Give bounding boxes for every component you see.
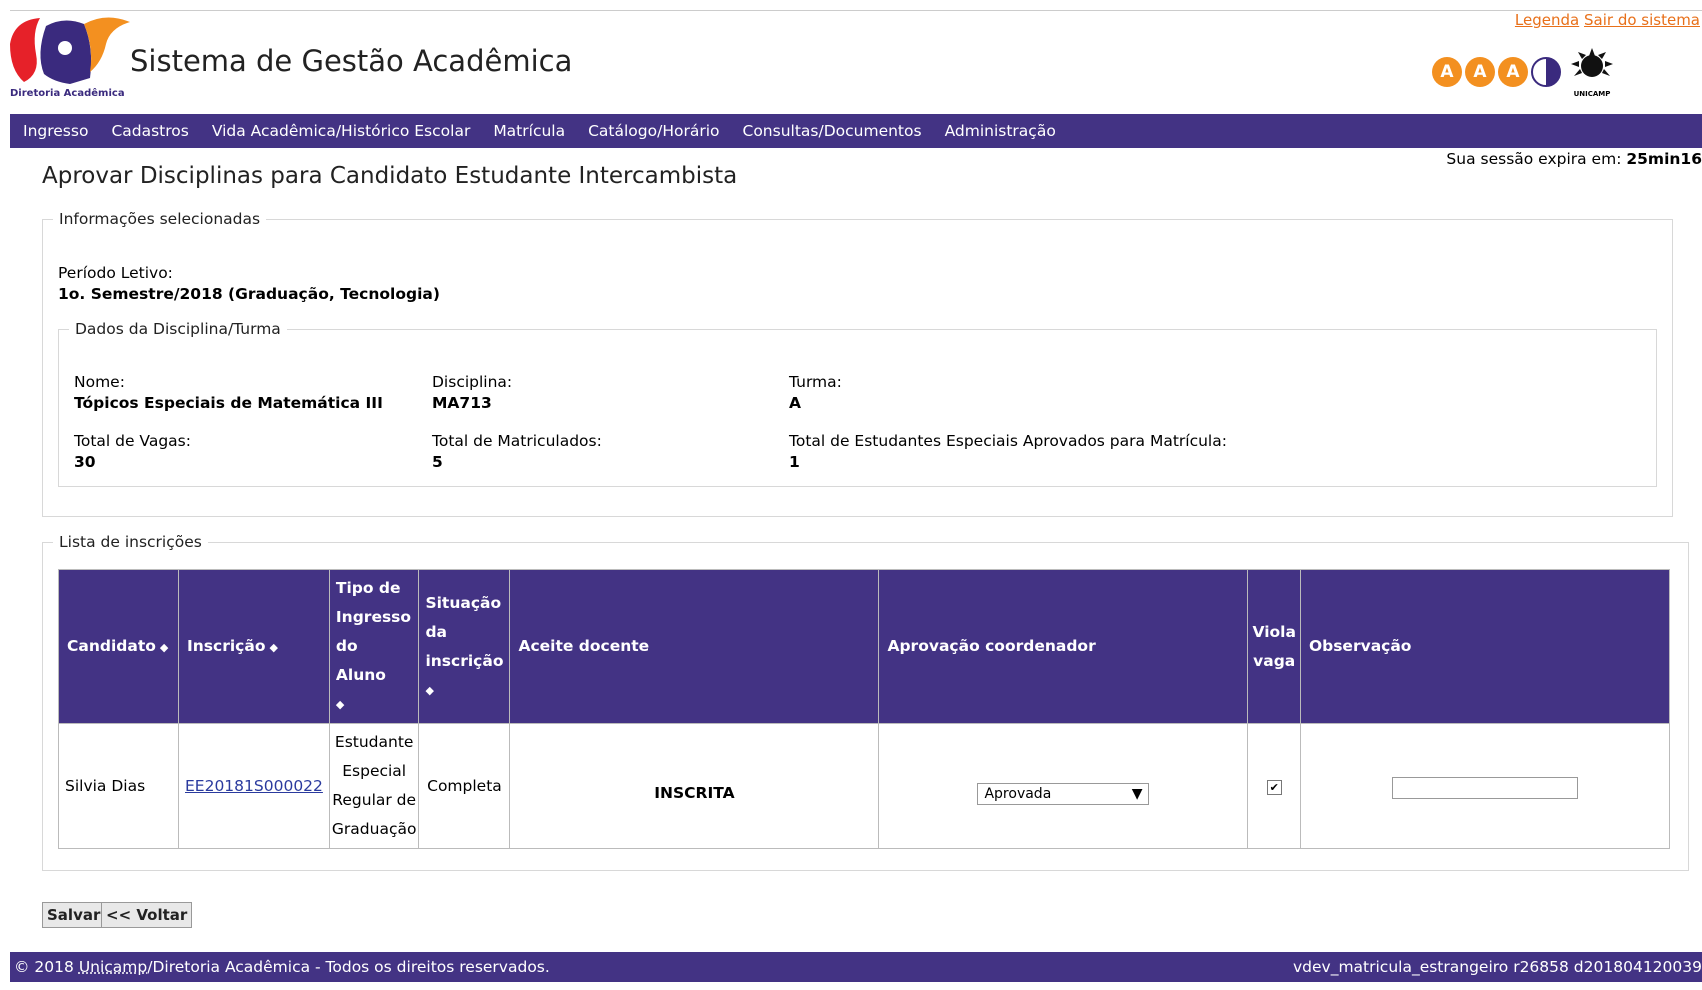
cell-aceite: INSCRITA	[509, 723, 880, 849]
legenda-link[interactable]: Legenda	[1515, 11, 1579, 29]
cell-tipo: Estudante Especial Regular de Graduação	[328, 723, 420, 849]
especiais-label: Total de Estudantes Especiais Aprovados …	[789, 432, 1227, 450]
dados-fieldset: Dados da Disciplina/Turma Nome: Tópicos …	[58, 320, 1657, 487]
cell-aprovacao: Aprovada ▼	[878, 723, 1249, 849]
th-inscricao-label: Inscrição	[187, 636, 266, 655]
th-situacao-line: da	[425, 622, 448, 641]
copyright-prefix: © 2018	[14, 958, 79, 976]
diretoria-logo: Diretoria Acadêmica	[10, 14, 130, 100]
inscricao-link[interactable]: EE20181S000022	[185, 777, 323, 795]
session-label: Sua sessão expira em:	[1446, 150, 1622, 168]
th-situacao-line: inscrição	[425, 651, 504, 670]
aprovacao-selected: Aprovada	[984, 785, 1052, 802]
diretoria-logo-icon	[10, 17, 130, 85]
footer-copyright: © 2018 Unicamp/Diretoria Acadêmica - Tod…	[14, 958, 550, 976]
nome-value: Tópicos Especiais de Matemática III	[74, 394, 383, 412]
main-nav: Ingresso Cadastros Vida Acadêmica/Histór…	[10, 114, 1702, 148]
nav-catalogo[interactable]: Catálogo/Horário	[588, 122, 719, 140]
sort-icon[interactable]: ◆	[336, 690, 413, 719]
periodo-label: Período Letivo:	[58, 264, 173, 282]
font-size-badge[interactable]: A	[1465, 57, 1495, 87]
unicamp-caption: UNICAMP	[1573, 90, 1611, 98]
nav-cadastros[interactable]: Cadastros	[111, 122, 188, 140]
aprovacao-select[interactable]: Aprovada ▼	[977, 782, 1150, 805]
salvar-button[interactable]: Salvar	[42, 902, 106, 928]
th-situacao[interactable]: Situação da inscrição ◆	[418, 569, 511, 724]
th-situacao-line: Situação	[425, 593, 502, 612]
th-tipo-line: Ingresso	[335, 608, 412, 626]
cell-situacao: Completa	[418, 723, 511, 849]
info-legend: Informações selecionadas	[59, 210, 261, 228]
font-size-badge[interactable]: A	[1498, 57, 1528, 87]
th-candidato[interactable]: Candidato ◆	[58, 569, 179, 724]
nav-vida-academica[interactable]: Vida Acadêmica/Histórico Escolar	[212, 122, 470, 140]
session-time: 25min16	[1626, 150, 1702, 168]
chevron-down-icon: ▼	[1131, 785, 1143, 802]
tipo-line: Especial	[342, 762, 407, 780]
unicamp-logo-icon	[1571, 48, 1613, 77]
nav-administracao[interactable]: Administração	[945, 122, 1056, 140]
tipo-line: Regular de	[332, 791, 417, 809]
matriculados-value: 5	[432, 453, 443, 471]
table-row: Silvia Dias EE20181S000022 Estudante Esp…	[58, 723, 1671, 849]
tipo-line: Estudante	[334, 733, 414, 751]
nome-label: Nome:	[74, 373, 125, 391]
unicamp-link[interactable]: Unicamp	[79, 958, 147, 976]
nav-consultas[interactable]: Consultas/Documentos	[743, 122, 922, 140]
vagas-value: 30	[74, 453, 96, 471]
sair-link[interactable]: Sair do sistema	[1584, 11, 1700, 29]
contrast-icon[interactable]	[1531, 57, 1561, 87]
page-title: Aprovar Disciplinas para Candidato Estud…	[42, 163, 738, 189]
nav-matricula[interactable]: Matrícula	[493, 122, 565, 140]
observacao-input[interactable]	[1391, 777, 1578, 799]
matriculados-label: Total de Matriculados:	[432, 432, 602, 450]
th-tipo[interactable]: Tipo de Ingresso do Aluno ◆	[328, 569, 420, 724]
vagas-label: Total de Vagas:	[74, 432, 191, 450]
especiais-value: 1	[789, 453, 800, 471]
copyright-suffix: /Diretoria Acadêmica - Todos os direitos…	[147, 958, 550, 976]
th-viola: Viola vaga	[1247, 569, 1301, 724]
table-header-row: Candidato ◆ Inscrição ◆ Tipo de Ingresso d…	[58, 569, 1671, 724]
sort-icon[interactable]: ◆	[425, 676, 503, 705]
dados-legend: Dados da Disciplina/Turma	[75, 320, 281, 338]
periodo-value: 1o. Semestre/2018 (Graduação, Tecnologia…	[58, 285, 440, 303]
sort-icon[interactable]: ◆	[160, 641, 168, 654]
cell-candidato: Silvia Dias	[58, 723, 179, 849]
turma-value: A	[789, 394, 801, 412]
app-title: Sistema de Gestão Acadêmica	[130, 44, 573, 78]
sort-icon[interactable]: ◆	[269, 641, 277, 654]
inscricoes-table: Candidato ◆ Inscrição ◆ Tipo de Ingresso d…	[58, 569, 1671, 849]
font-size-badge[interactable]: A	[1432, 57, 1462, 87]
th-aceite: Aceite docente	[509, 569, 880, 724]
disciplina-label: Disciplina:	[432, 373, 513, 391]
th-inscricao[interactable]: Inscrição ◆	[178, 569, 330, 724]
turma-label: Turma:	[789, 373, 842, 391]
th-candidato-label: Candidato	[67, 636, 156, 655]
voltar-button[interactable]: << Voltar	[101, 902, 193, 928]
footer-version: vdev_matricula_estrangeiro r26858 d20180…	[1292, 958, 1702, 976]
cell-inscricao: EE20181S000022	[178, 723, 330, 849]
logo-caption: Diretoria Acadêmica	[10, 88, 125, 99]
tipo-line: Graduação	[331, 820, 417, 838]
nav-ingresso[interactable]: Ingresso	[23, 122, 88, 140]
th-tipo-line: Tipo de	[335, 579, 401, 597]
disciplina-value: MA713	[432, 394, 492, 412]
footer: © 2018 Unicamp/Diretoria Acadêmica - Tod…	[10, 952, 1702, 982]
lista-legend: Lista de inscrições	[59, 533, 202, 551]
header-divider	[10, 10, 1702, 11]
th-observacao: Observação	[1299, 569, 1671, 724]
cell-observacao	[1299, 723, 1671, 849]
th-viola-line: vaga	[1253, 651, 1296, 670]
viola-vaga-checkbox[interactable]: ✔	[1266, 779, 1282, 795]
accessibility-badges: A A A UNICAMP	[1432, 46, 1618, 98]
session-timer: Sua sessão expira em: 25min16	[1446, 150, 1702, 168]
unicamp-logo: UNICAMP	[1566, 46, 1618, 98]
th-viola-line: Viola	[1252, 622, 1296, 641]
th-tipo-line: do Aluno	[335, 637, 386, 684]
cell-viola: ✔	[1247, 723, 1301, 849]
th-aprovacao: Aprovação coordenador	[878, 569, 1249, 724]
top-links: Legenda Sair do sistema	[1515, 11, 1700, 29]
